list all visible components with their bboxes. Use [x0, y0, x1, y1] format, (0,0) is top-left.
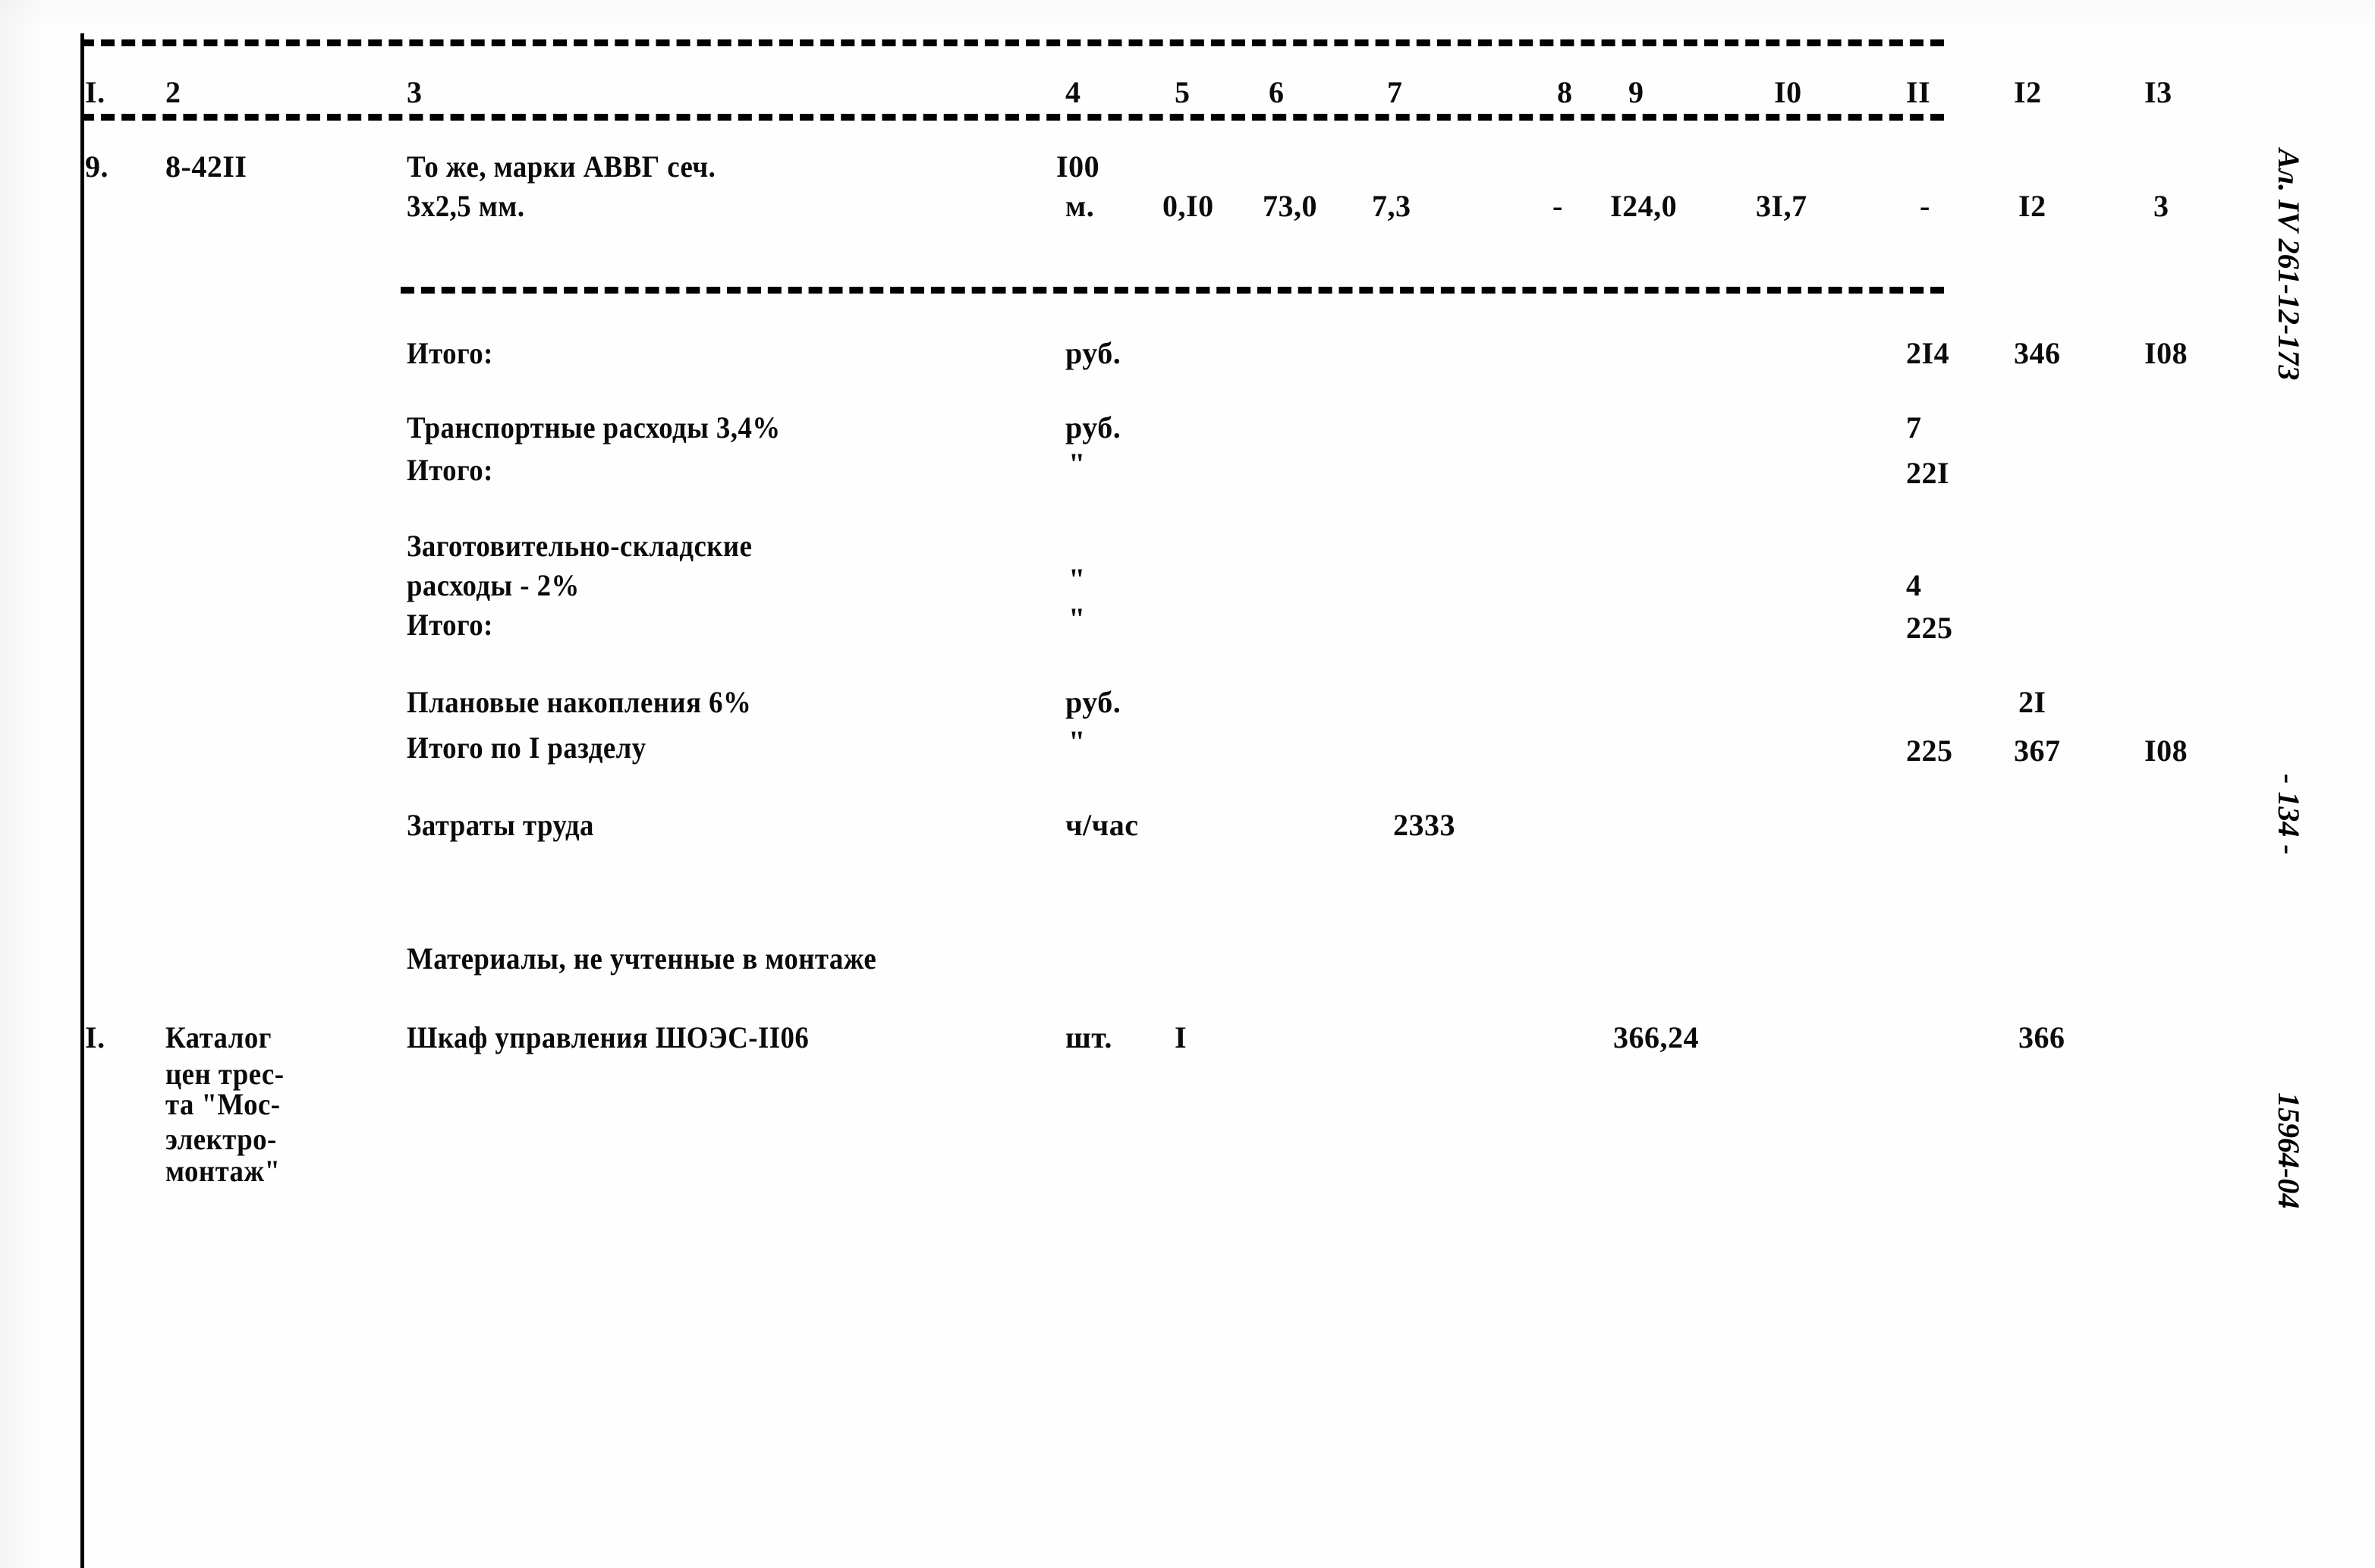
item-row-unit-line2: м. — [1065, 189, 1095, 223]
material-row-col12: 366 — [2018, 1020, 2065, 1054]
item-row-col8: - — [1552, 189, 1563, 223]
summary-row-unit: " — [1068, 602, 1086, 636]
summary-row-unit: руб. — [1065, 336, 1121, 370]
col-number-4: 4 — [1065, 75, 1081, 109]
summary-row-unit: " — [1068, 447, 1086, 481]
summary-row-unit: руб. — [1065, 410, 1121, 445]
summary-row-label: Итого: — [407, 453, 493, 487]
material-row-source-line5: монтаж" — [165, 1154, 281, 1188]
summary-row-col11: 225 — [1906, 734, 1953, 768]
item-row-col7: 7,3 — [1372, 189, 1411, 223]
summary-row-unit: " — [1068, 562, 1086, 596]
summary-row-col11: 7 — [1906, 410, 1922, 445]
item-bottom-rule — [401, 287, 1944, 294]
col-number-3: 3 — [407, 75, 423, 109]
margin-scan-id: 15964-04 — [2272, 1092, 2306, 1209]
summary-row-unit: ч/час — [1065, 808, 1139, 842]
summary-row-col12: 2I — [2018, 685, 2046, 719]
material-row-col9: 366,24 — [1613, 1020, 1699, 1054]
item-row-col13: 3 — [2153, 189, 2169, 223]
item-row-unit-line1: I00 — [1056, 149, 1100, 184]
item-row-name-line2: 3х2,5 мм. — [407, 189, 525, 223]
col-number-6: 6 — [1269, 75, 1285, 109]
col-number-8: 8 — [1557, 75, 1573, 109]
material-row-source-line3: та "Мос- — [165, 1087, 281, 1121]
item-row-col11: - — [1920, 189, 1930, 223]
col-number-7: 7 — [1387, 75, 1403, 109]
summary-row-col12: 346 — [2014, 336, 2061, 370]
item-row-code: 8-42II — [165, 149, 247, 184]
summary-row-col11: 225 — [1906, 611, 1953, 645]
summary-row-col12: 367 — [2014, 734, 2061, 768]
material-row-source-line4: электро- — [165, 1122, 277, 1156]
item-row-number: 9. — [85, 149, 109, 184]
col-number-5: 5 — [1175, 75, 1191, 109]
col-number-13: I3 — [2144, 75, 2172, 109]
section-heading: Материалы, не учтенные в монтаже — [407, 941, 877, 976]
summary-row-col13: I08 — [2144, 336, 2188, 370]
header-bottom-rule — [80, 114, 1944, 121]
material-row-name: Шкаф управления ШОЭС-II06 — [407, 1020, 810, 1054]
summary-row-label: Транспортные расходы 3,4% — [407, 410, 781, 445]
summary-row-col13: I08 — [2144, 734, 2188, 768]
summary-row-col11: 2I4 — [1906, 336, 1950, 370]
summary-row-label: Итого по I разделу — [407, 731, 646, 765]
item-row-col6: 73,0 — [1263, 189, 1317, 223]
item-row-col12: I2 — [2018, 189, 2046, 223]
summary-row-label: Плановые накопления 6% — [407, 685, 752, 719]
item-row-name-line1: То же, марки АВВГ сеч. — [407, 149, 716, 184]
col-number-9: 9 — [1628, 75, 1644, 109]
summary-row-unit: " — [1068, 724, 1086, 759]
summary-row-col7: 2333 — [1393, 808, 1455, 842]
material-row-unit: шт. — [1065, 1020, 1112, 1054]
col-number-2: 2 — [165, 75, 181, 109]
summary-row-col11: 4 — [1906, 568, 1922, 602]
summary-row-label: Затраты труда — [407, 808, 594, 842]
summary-row-col11: 22I — [1906, 456, 1950, 490]
col-number-11: II — [1906, 75, 1931, 109]
material-row-number: I. — [85, 1020, 105, 1054]
material-row-source-line1: Каталог — [165, 1020, 272, 1054]
item-row-col5: 0,I0 — [1162, 189, 1214, 223]
item-row-col10: 3I,7 — [1756, 189, 1807, 223]
item-row-col9: I24,0 — [1610, 189, 1678, 223]
summary-row-label: Итого: — [407, 336, 493, 370]
summary-row-label: Итого: — [407, 608, 493, 642]
col-number-1: I. — [85, 75, 105, 109]
summary-row-label-line2: расходы - 2% — [407, 568, 580, 602]
margin-page-number: - 134 - — [2272, 774, 2306, 855]
margin-archive-reference: Ал. IV 261-12-173 — [2272, 149, 2306, 381]
col-number-12: I2 — [2014, 75, 2042, 109]
scan-grain-overlay — [0, 0, 2375, 1568]
summary-row-label-line1: Заготовительно-складские — [407, 529, 753, 563]
material-row-qty: I — [1175, 1020, 1188, 1054]
table-left-border — [80, 33, 84, 1568]
document-sheet: I. 2 3 4 5 6 7 8 9 I0 II I2 I3 9. 8-42II… — [0, 0, 2375, 1568]
col-number-10: I0 — [1774, 75, 1802, 109]
summary-row-unit: руб. — [1065, 685, 1121, 719]
header-top-rule — [80, 39, 1944, 46]
